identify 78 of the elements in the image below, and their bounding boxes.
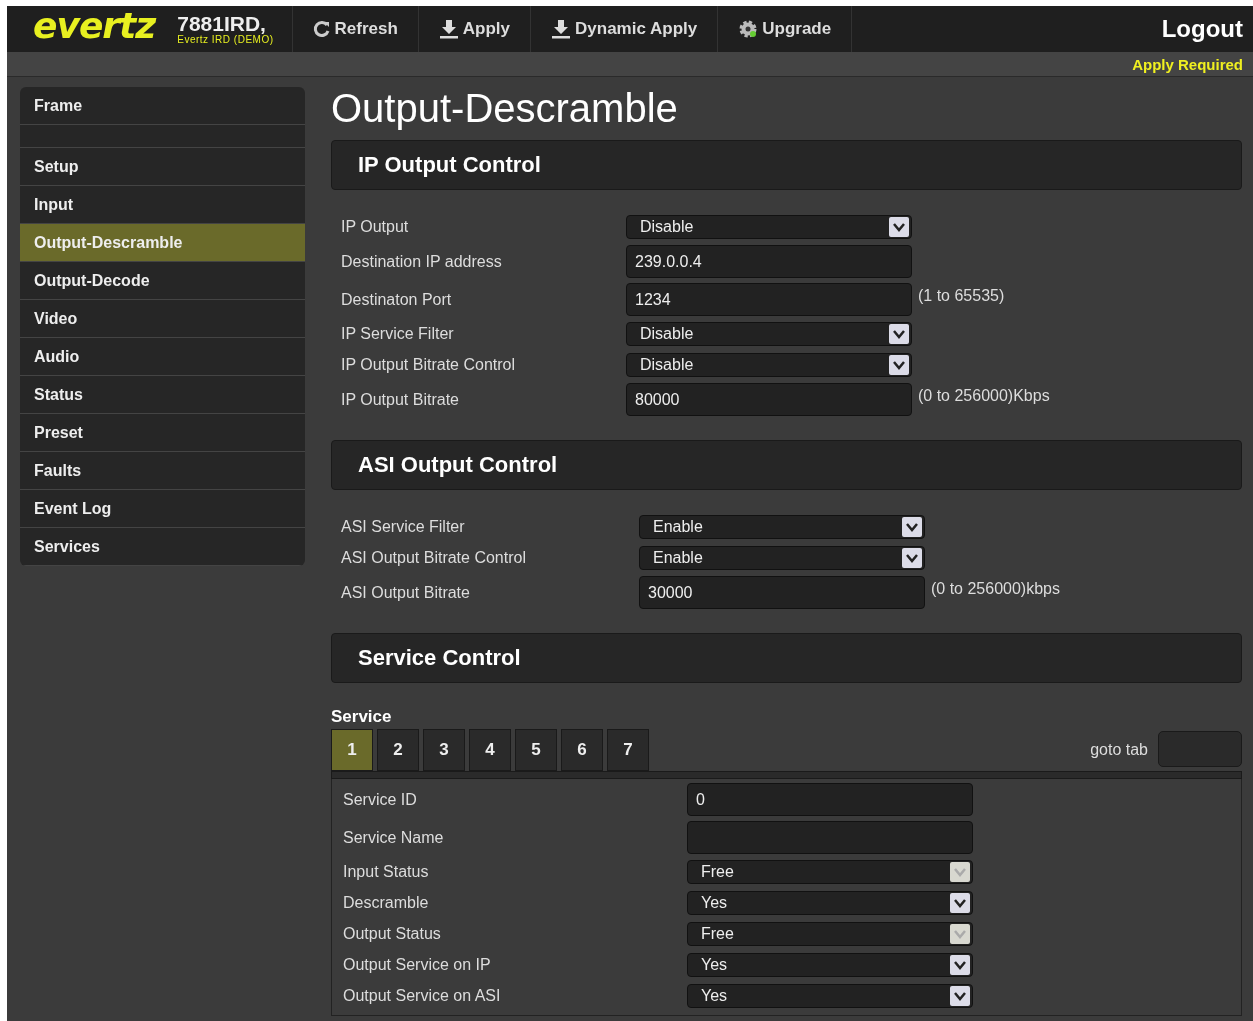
service-tab[interactable]: 1: [331, 729, 373, 771]
field-label: Input Status: [343, 863, 430, 881]
chevron-down-icon: [889, 217, 909, 237]
input-field[interactable]: 0: [687, 783, 973, 816]
input-field[interactable]: [687, 821, 973, 854]
field-label: Service Name: [343, 828, 445, 847]
service-tab[interactable]: 2: [377, 729, 419, 771]
download-icon: [551, 19, 572, 39]
range-hint: (0 to 256000)kbps: [930, 579, 1061, 598]
sidebar-item[interactable]: Input: [20, 186, 305, 224]
sidebar-item[interactable]: Frame: [20, 87, 305, 125]
sidebar-item[interactable]: Setup: [20, 148, 305, 186]
service-tab[interactable]: 4: [469, 729, 511, 771]
goto-tab-field[interactable]: [1158, 731, 1242, 767]
field-label: Output Service on ASI: [343, 987, 502, 1005]
logo: evertz: [32, 6, 158, 48]
section-header: IP Output Control: [331, 140, 1242, 190]
range-hint: (0 to 256000)Kbps: [917, 386, 1051, 405]
field-label: Destination IP address: [341, 252, 503, 271]
dropdown[interactable]: Enable: [639, 546, 925, 570]
field-label: Output Status: [343, 925, 442, 943]
field-label: Destinaton Port: [341, 290, 453, 309]
service-tab[interactable]: 7: [607, 729, 649, 771]
sidebar-item[interactable]: Status: [20, 376, 305, 414]
chevron-down-icon: [950, 862, 970, 882]
sidebar-item[interactable]: Output-Descramble: [20, 224, 305, 262]
field-label: Descramble: [343, 894, 430, 912]
field-label: ASI Output Bitrate Control: [341, 549, 527, 567]
dropdown[interactable]: Yes: [687, 953, 973, 977]
apply-required-notice: Apply Required: [1132, 55, 1243, 73]
refresh-icon: [312, 20, 331, 38]
input-field[interactable]: 1234: [626, 283, 912, 316]
service-tab[interactable]: 3: [423, 729, 465, 771]
dropdown[interactable]: Enable: [639, 515, 925, 539]
service-tab[interactable]: 5: [515, 729, 557, 771]
page-title: Output-Descramble: [331, 87, 679, 132]
range-hint: (1 to 65535): [917, 286, 1006, 305]
sidebar-item[interactable]: Video: [20, 300, 305, 338]
field-label: Service ID: [343, 790, 418, 809]
sidebar-item[interactable]: Services: [20, 528, 305, 566]
gear-icon: [738, 19, 759, 39]
input-field[interactable]: 80000: [626, 383, 912, 416]
chevron-down-icon: [950, 955, 970, 975]
dropdown[interactable]: Disable: [626, 353, 912, 377]
dropdown[interactable]: Disable: [626, 322, 912, 346]
field-label: ASI Service Filter: [341, 518, 466, 536]
section-header: ASI Output Control: [331, 440, 1242, 490]
field-label: IP Output Bitrate: [341, 390, 460, 409]
download-icon: [438, 19, 459, 39]
sidebar-item[interactable]: Faults: [20, 452, 305, 490]
service-label: Service: [331, 707, 393, 727]
field-label: ASI Output Bitrate: [341, 583, 471, 602]
sidebar-item[interactable]: Audio: [20, 338, 305, 376]
chevron-down-icon: [950, 986, 970, 1006]
section-header: Service Control: [331, 633, 1242, 683]
field-label: Output Service on IP: [343, 956, 492, 974]
field-label: IP Output: [341, 218, 410, 236]
goto-tab-label: goto tab: [1090, 741, 1148, 759]
dropdown[interactable]: Yes: [687, 891, 973, 915]
logout-button[interactable]: Logout: [1151, 6, 1253, 52]
sidebar-item[interactable]: Preset: [20, 414, 305, 452]
input-field[interactable]: 239.0.0.4: [626, 245, 912, 278]
device-name: 7881IRD,: [177, 13, 267, 34]
input-field[interactable]: 30000: [639, 576, 925, 609]
field-label: IP Service Filter: [341, 325, 455, 343]
device-subtitle: Evertz IRD (DEMO): [177, 33, 274, 45]
chevron-down-icon: [902, 548, 922, 568]
service-tab[interactable]: 6: [561, 729, 603, 771]
dropdown[interactable]: Disable: [626, 215, 912, 239]
field-label: IP Output Bitrate Control: [341, 356, 516, 374]
sidebar-item[interactable]: Output-Decode: [20, 262, 305, 300]
chevron-down-icon: [889, 355, 909, 375]
chevron-down-icon: [950, 924, 970, 944]
chevron-down-icon: [902, 517, 922, 537]
chevron-down-icon: [889, 324, 909, 344]
sidebar-item[interactable]: Event Log: [20, 490, 305, 528]
dropdown[interactable]: Yes: [687, 984, 973, 1008]
chevron-down-icon: [950, 893, 970, 913]
